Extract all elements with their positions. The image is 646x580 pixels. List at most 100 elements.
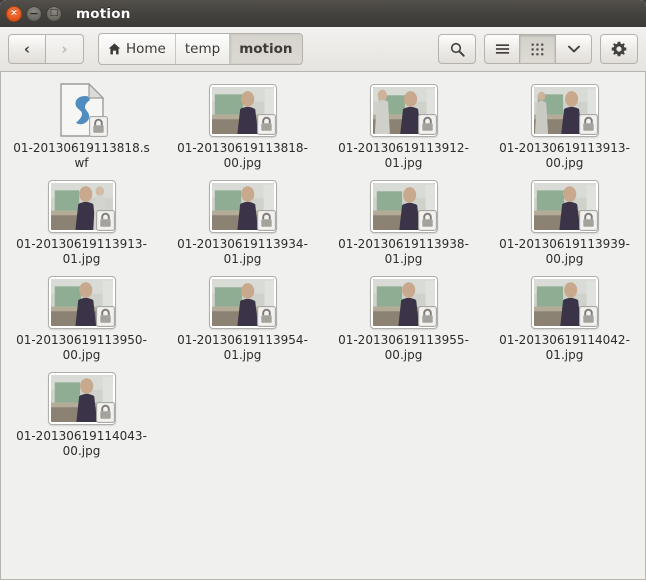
- file-name: 01-20130619113938-01.jpg: [338, 237, 469, 266]
- lock-emblem: [417, 306, 437, 327]
- file-name: 01-20130619113913-01.jpg: [16, 237, 147, 266]
- file-name: 01-20130619114043-00.jpg: [16, 429, 147, 458]
- lock-emblem: [95, 402, 115, 423]
- file-grid: 01-20130619113818.swf 01-20130619113818-…: [1, 80, 645, 460]
- lock-icon: [256, 210, 276, 231]
- lock-icon: [578, 210, 598, 231]
- file-item[interactable]: 01-20130619114043-00.jpg: [1, 368, 162, 460]
- lock-icon: [417, 114, 437, 135]
- file-item[interactable]: 01-20130619113955-00.jpg: [323, 272, 484, 364]
- gear-icon: [611, 41, 627, 57]
- file-thumbnail: [48, 83, 116, 137]
- lock-emblem: [95, 306, 115, 327]
- breadcrumb-item-motion[interactable]: motion: [230, 34, 302, 64]
- breadcrumb-label-home: Home: [126, 41, 166, 57]
- file-item[interactable]: 01-20130619113913-01.jpg: [1, 176, 162, 268]
- lock-icon: [256, 114, 276, 135]
- back-button[interactable]: ‹: [8, 34, 46, 64]
- lock-emblem: [95, 210, 115, 231]
- forward-button[interactable]: ›: [46, 34, 84, 64]
- chevron-down-icon: [567, 45, 580, 53]
- lock-emblem: [417, 114, 437, 135]
- file-item[interactable]: 01-20130619113950-00.jpg: [1, 272, 162, 364]
- file-list-area[interactable]: 01-20130619113818.swf 01-20130619113818-…: [0, 72, 646, 580]
- breadcrumb-item-home[interactable]: Home: [99, 34, 176, 64]
- breadcrumb-label-temp: temp: [184, 41, 221, 57]
- minimize-button[interactable]: −: [26, 5, 42, 22]
- lock-emblem: [256, 210, 276, 231]
- lock-icon: [417, 210, 437, 231]
- lock-emblem: [256, 306, 276, 327]
- file-manager-window: × − □ motion ‹ › Home temp motion 01-201…: [0, 0, 646, 580]
- file-thumbnail: [370, 276, 438, 328]
- grid-view-button[interactable]: [520, 34, 556, 64]
- grid-view-icon: [531, 43, 544, 55]
- breadcrumb-label-motion: motion: [239, 41, 293, 57]
- file-item[interactable]: 01-20130619113934-01.jpg: [162, 176, 323, 268]
- lock-icon: [417, 306, 437, 327]
- file-name: 01-20130619113939-00.jpg: [499, 237, 630, 266]
- lock-emblem: [417, 210, 437, 231]
- chevron-right-icon: ›: [61, 39, 68, 58]
- title-bar: × − □ motion: [0, 0, 646, 27]
- navigation-buttons: ‹ ›: [8, 34, 84, 64]
- file-item[interactable]: 01-20130619114042-01.jpg: [484, 272, 645, 364]
- maximize-icon: □: [49, 8, 59, 18]
- file-name: 01-20130619113818.swf: [13, 141, 150, 170]
- minimize-icon: −: [29, 6, 39, 20]
- window-controls: × − □: [6, 5, 62, 22]
- lock-emblem: [256, 114, 276, 135]
- search-icon: [450, 42, 465, 57]
- file-thumbnail: [209, 276, 277, 328]
- chevron-left-icon: ‹: [23, 39, 31, 58]
- toolbar: ‹ › Home temp motion: [0, 27, 646, 72]
- swf-file-icon: [59, 83, 108, 137]
- lock-icon: [88, 116, 108, 137]
- list-view-icon: [495, 44, 509, 54]
- file-thumbnail: [209, 84, 277, 136]
- lock-icon: [578, 306, 598, 327]
- file-name: 01-20130619113818-00.jpg: [177, 141, 308, 170]
- search-button[interactable]: [438, 34, 476, 64]
- lock-emblem: [578, 114, 598, 135]
- lock-icon: [95, 210, 115, 231]
- file-thumbnail: [48, 180, 116, 232]
- maximize-button[interactable]: □: [46, 5, 62, 22]
- file-item[interactable]: 01-20130619113818.swf: [1, 80, 162, 172]
- file-item[interactable]: 01-20130619113938-01.jpg: [323, 176, 484, 268]
- file-item[interactable]: 01-20130619113913-00.jpg: [484, 80, 645, 172]
- file-thumbnail: [370, 180, 438, 232]
- file-thumbnail: [48, 372, 116, 424]
- file-item[interactable]: 01-20130619113912-01.jpg: [323, 80, 484, 172]
- file-name: 01-20130619114042-01.jpg: [499, 333, 630, 362]
- file-name: 01-20130619113934-01.jpg: [177, 237, 308, 266]
- close-button[interactable]: ×: [6, 5, 22, 22]
- home-icon: [108, 43, 121, 55]
- lock-icon: [256, 306, 276, 327]
- file-name: 01-20130619113955-00.jpg: [338, 333, 469, 362]
- file-thumbnail: [209, 180, 277, 232]
- lock-emblem: [88, 116, 108, 137]
- file-thumbnail: [531, 180, 599, 232]
- view-mode-buttons: [484, 34, 592, 64]
- file-thumbnail: [48, 276, 116, 328]
- file-name: 01-20130619113912-01.jpg: [338, 141, 469, 170]
- breadcrumb: Home temp motion: [98, 33, 303, 65]
- file-thumbnail: [370, 84, 438, 136]
- lock-emblem: [578, 306, 598, 327]
- settings-button[interactable]: [600, 34, 638, 64]
- breadcrumb-item-temp[interactable]: temp: [176, 34, 231, 64]
- lock-icon: [95, 402, 115, 423]
- file-item[interactable]: 01-20130619113818-00.jpg: [162, 80, 323, 172]
- file-item[interactable]: 01-20130619113939-00.jpg: [484, 176, 645, 268]
- file-thumbnail: [531, 276, 599, 328]
- close-icon: ×: [10, 8, 18, 18]
- window-title: motion: [76, 5, 131, 22]
- file-item[interactable]: 01-20130619113954-01.jpg: [162, 272, 323, 364]
- file-name: 01-20130619113913-00.jpg: [499, 141, 630, 170]
- file-name: 01-20130619113950-00.jpg: [16, 333, 147, 362]
- view-options-dropdown[interactable]: [556, 34, 592, 64]
- lock-icon: [95, 306, 115, 327]
- list-view-button[interactable]: [484, 34, 520, 64]
- file-name: 01-20130619113954-01.jpg: [177, 333, 308, 362]
